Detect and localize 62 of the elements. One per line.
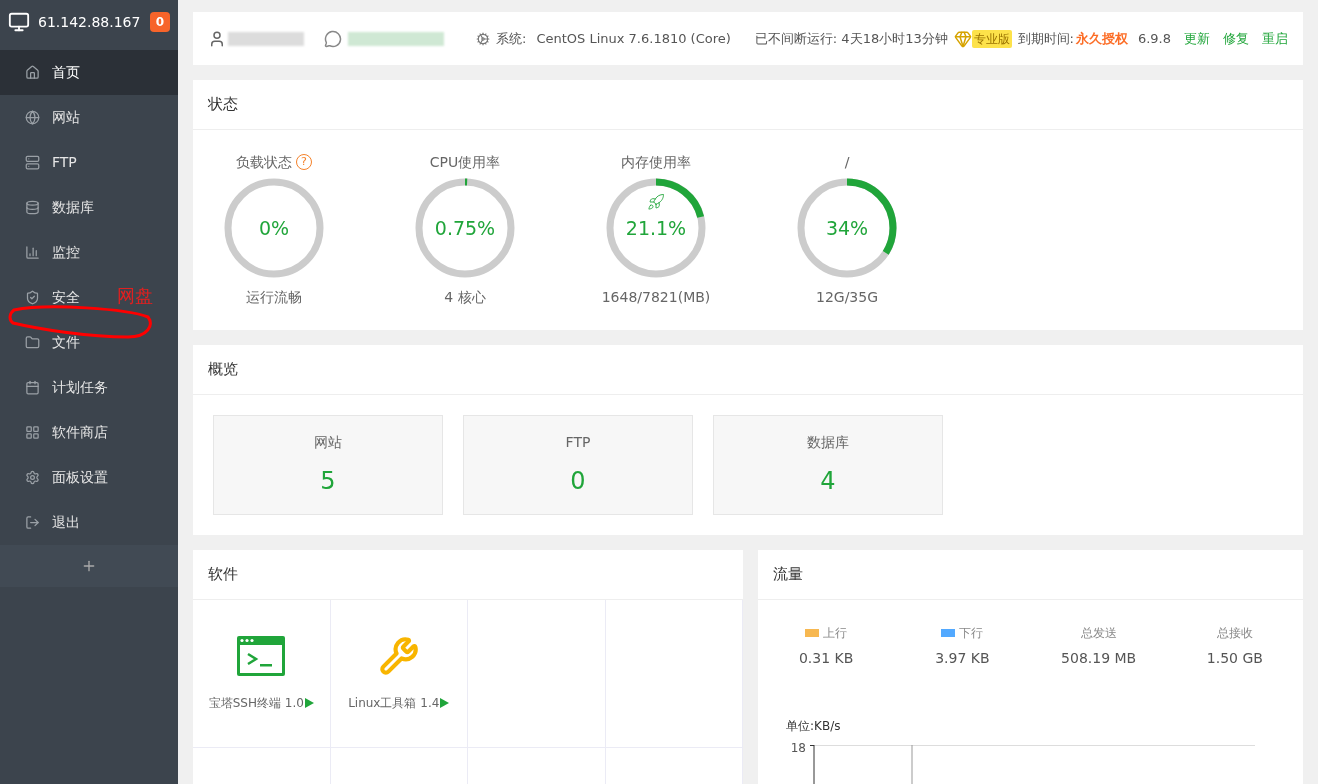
edition-badge: 专业版 [971, 29, 1012, 48]
chart-unit: 单位:KB/s [786, 719, 841, 733]
software-name[interactable]: Linux工具箱 1.4 [348, 693, 440, 712]
annotation-text: 网盘 [117, 284, 153, 308]
add-icon[interactable] [81, 558, 97, 574]
user-icon [208, 29, 226, 48]
stat-value: 0.31 KB [798, 649, 854, 668]
panel-title: 软件 [208, 564, 238, 586]
shield-icon [25, 290, 40, 305]
uptime-text: 已不间断运行: 4天18小时13分钟 [754, 29, 948, 48]
expiry-value: 永久授权 [1075, 29, 1128, 48]
database-icon [25, 200, 40, 215]
monitor-icon [8, 11, 30, 33]
stat-value: 1.50 GB [1206, 649, 1263, 668]
system-name: CentOS Linux 7.6.1810 (Core) [536, 29, 731, 48]
host-address: 61.142.88.167 [38, 12, 142, 32]
gauge-label: CPU使用率 [429, 152, 501, 172]
diamond-icon [953, 29, 972, 48]
system-label: 系统: [496, 29, 527, 48]
panel-title: 状态 [208, 94, 238, 116]
gauge-label: 负载状态 [236, 152, 292, 172]
gauge-value: 34% [825, 215, 869, 241]
folder-icon [25, 335, 40, 350]
version-text: 6.9.8 [1137, 29, 1171, 48]
gauge-caption: 1648/7821(MB) [601, 288, 711, 307]
globe-icon [25, 110, 40, 125]
settings-icon [25, 470, 40, 485]
axis-tick-label: 18 [789, 740, 806, 757]
software-name[interactable]: 宝塔SSH终端 1.0 [208, 693, 304, 712]
overview-card[interactable]: 网站 5 [213, 415, 443, 515]
play-icon[interactable] [440, 697, 450, 708]
sidebar-item[interactable]: 首页 [0, 50, 178, 95]
stat-label: 下行 [959, 625, 984, 642]
gauge-value: 21.1% [625, 215, 687, 241]
logout-icon [25, 515, 40, 530]
settings-icon [476, 31, 490, 46]
gauge-label: 内存使用率 [621, 152, 691, 172]
gauge-value: 0% [258, 215, 290, 241]
chart-icon [25, 245, 40, 260]
overview-card[interactable]: FTP 0 [463, 415, 693, 515]
server-icon [25, 155, 40, 170]
gauge-value: 0.75% [434, 215, 496, 241]
gauge-label: / [844, 152, 850, 172]
terminal-icon [237, 635, 286, 676]
gauge-caption: 运行流畅 [246, 288, 302, 307]
grid-icon [25, 425, 40, 440]
chat-icon [324, 29, 342, 48]
play-icon[interactable] [304, 697, 314, 708]
gauge-caption: 12G/35G [815, 288, 878, 307]
calendar-icon [25, 380, 40, 395]
home-icon [25, 65, 40, 80]
stat-label: 总接收 [1216, 625, 1253, 642]
overview-card[interactable]: 数据库 4 [713, 415, 943, 515]
stat-label: 上行 [823, 625, 848, 642]
stat-value: 508.19 MB [1061, 649, 1137, 668]
stat-label: 总发送 [1080, 625, 1117, 642]
expiry-label: 到期时间: [1017, 29, 1074, 48]
stat-value: 3.97 KB [935, 649, 990, 668]
gauge-caption: 4 核心 [444, 288, 486, 307]
panel-title: 概览 [208, 359, 238, 381]
panel-title: 流量 [773, 564, 803, 586]
tools-icon [378, 635, 419, 676]
